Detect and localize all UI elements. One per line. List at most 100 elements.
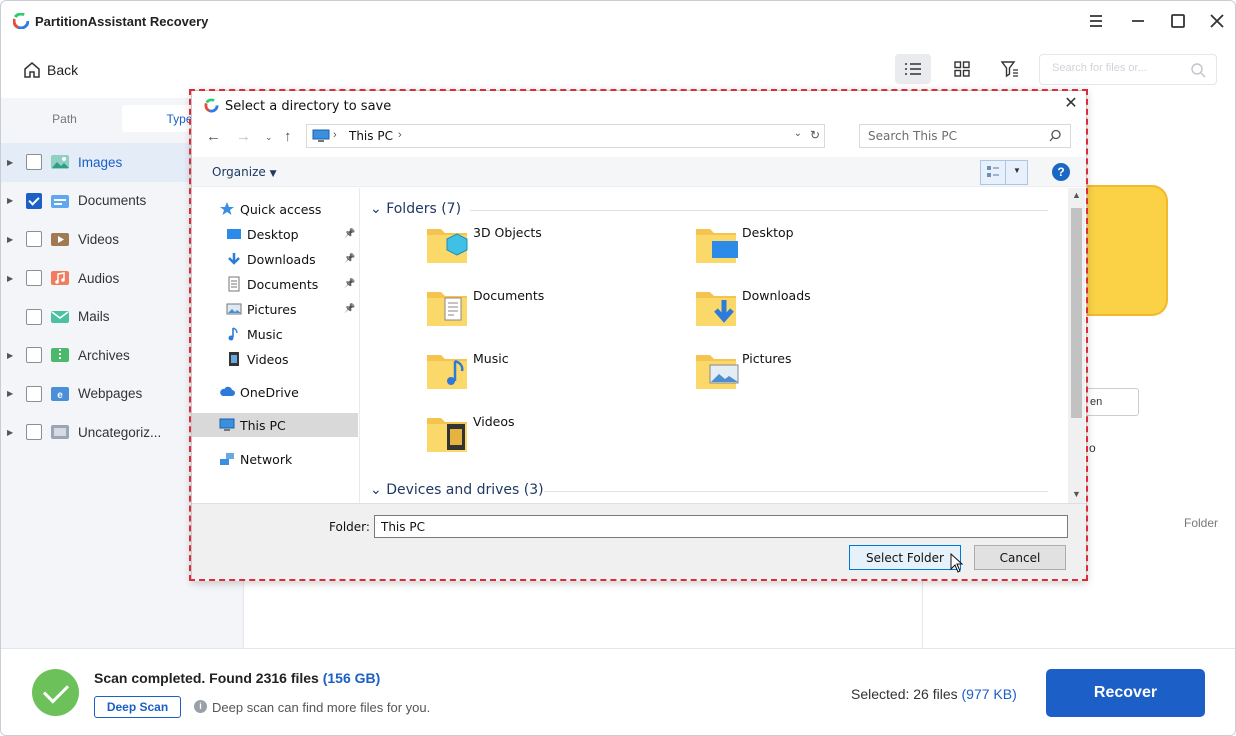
documents-icon xyxy=(50,193,70,209)
folder-item-pictures[interactable]: Pictures xyxy=(694,347,894,399)
selected-summary: Selected: 26 files (977 KB) xyxy=(851,686,1017,702)
nav-item-videos[interactable]: Videos xyxy=(192,347,358,371)
organize-label: Organize xyxy=(212,165,266,179)
list-icon xyxy=(905,63,921,75)
folder-item-3d-objects[interactable]: 3D Objects xyxy=(425,221,625,273)
type-checkbox[interactable] xyxy=(26,347,42,364)
folder-field[interactable] xyxy=(374,515,1068,538)
grid-view-button[interactable] xyxy=(944,54,980,84)
back-button[interactable]: Back xyxy=(23,59,78,81)
nav-item-label: Downloads xyxy=(247,251,316,267)
nav-item-desktop[interactable]: Desktop 📌 xyxy=(192,222,358,246)
app-window: PartitionAssistant Recovery Back PathTyp… xyxy=(0,0,1236,736)
expand-arrow-icon[interactable]: ▶ xyxy=(7,428,13,437)
folder-item-downloads[interactable]: Downloads xyxy=(694,284,894,336)
expand-arrow-icon[interactable]: ▶ xyxy=(7,274,13,283)
search-box[interactable] xyxy=(1039,54,1217,85)
minimize-icon[interactable] xyxy=(1126,9,1150,33)
help-icon[interactable]: ? xyxy=(1052,163,1070,181)
dialog-close-icon[interactable]: ✕ xyxy=(1062,95,1080,113)
type-label: Videos xyxy=(78,231,120,247)
selected-size: (977 KB) xyxy=(961,686,1017,702)
folder-item-videos[interactable]: Videos xyxy=(425,410,625,462)
open-button[interactable]: en xyxy=(1081,388,1139,416)
view-mode-button[interactable]: ▼ xyxy=(980,160,1028,185)
organize-menu[interactable]: Organize ▼ xyxy=(212,165,277,179)
folder-view: ⌄ Folders (7) 3D Objects Desktop Documents… xyxy=(362,188,1068,503)
type-label: Webpages xyxy=(78,386,143,402)
devices-group-header[interactable]: ⌄ Devices and drives (3) xyxy=(370,482,544,498)
type-label: Archives xyxy=(78,347,130,363)
recent-locations-icon[interactable]: ⌄ xyxy=(265,132,273,143)
nav-item-network[interactable]: Network xyxy=(192,447,358,471)
pin-icon: 📌 xyxy=(344,254,356,264)
type-label: Images xyxy=(78,154,123,170)
select-directory-dialog: Select a directory to save ✕ ← → ⌄ ↑ › T… xyxy=(191,90,1087,581)
folders-group-header[interactable]: ⌄ Folders (7) xyxy=(370,201,461,217)
app-title: PartitionAssistant Recovery xyxy=(35,14,209,29)
devices-group-label: Devices and drives (3) xyxy=(386,482,544,498)
list-view-button[interactable] xyxy=(895,54,931,84)
deep-scan-hint: Deep scan can find more files for you. xyxy=(212,700,431,715)
nav-item-quick-access[interactable]: Quick access xyxy=(192,197,358,221)
type-checkbox[interactable] xyxy=(26,424,42,441)
cancel-button[interactable]: Cancel xyxy=(974,545,1066,570)
address-dropdown-icon[interactable]: ⌄ xyxy=(794,128,802,139)
folder-item-label: Pictures xyxy=(742,351,792,366)
details-view-icon xyxy=(987,166,999,177)
type-checkbox[interactable] xyxy=(26,154,42,171)
folder-item-desktop[interactable]: Desktop xyxy=(694,221,894,273)
desktop-icon xyxy=(226,226,242,242)
folder-item-label: Desktop xyxy=(742,225,794,240)
dialog-search-input[interactable] xyxy=(868,129,1038,143)
back-label: Back xyxy=(47,62,79,78)
maximize-icon[interactable] xyxy=(1166,9,1190,33)
deep-scan-button[interactable]: Deep Scan xyxy=(94,696,181,718)
mouse-cursor-icon xyxy=(950,553,964,573)
nav-item-onedrive[interactable]: OneDrive xyxy=(192,380,358,404)
type-checkbox[interactable] xyxy=(26,192,42,209)
tab-path[interactable]: Path xyxy=(7,105,122,132)
forward-arrow-icon[interactable]: → xyxy=(236,128,251,145)
nav-item-downloads[interactable]: Downloads 📌 xyxy=(192,247,358,271)
expand-arrow-icon[interactable]: ▶ xyxy=(7,196,13,205)
search-input[interactable] xyxy=(1052,62,1182,74)
expand-arrow-icon[interactable]: ▶ xyxy=(7,389,13,398)
svg-text:e: e xyxy=(57,390,63,401)
select-folder-button[interactable]: Select Folder xyxy=(849,545,961,570)
nav-item-label: Desktop xyxy=(247,226,299,242)
nav-item-pictures[interactable]: Pictures 📌 xyxy=(192,297,358,321)
recover-button[interactable]: Recover xyxy=(1046,669,1205,717)
scrollbar-thumb[interactable] xyxy=(1071,208,1082,418)
cloud-icon xyxy=(219,384,235,400)
downloads-folder-icon xyxy=(694,284,740,330)
filter-button[interactable] xyxy=(992,54,1028,84)
scroll-down-icon[interactable]: ▼ xyxy=(1072,489,1081,499)
scroll-up-icon[interactable]: ▲ xyxy=(1072,190,1081,200)
menu-icon[interactable] xyxy=(1084,9,1108,33)
expand-arrow-icon[interactable]: ▶ xyxy=(7,235,13,244)
refresh-icon[interactable]: ↻ xyxy=(810,128,820,142)
vertical-scrollbar[interactable]: ▲ ▼ xyxy=(1068,188,1085,503)
type-checkbox[interactable] xyxy=(26,308,42,325)
folder-item-documents[interactable]: Documents xyxy=(425,284,625,336)
close-icon[interactable] xyxy=(1205,9,1229,33)
nav-item-this-pc[interactable]: This PC xyxy=(192,413,358,437)
type-checkbox[interactable] xyxy=(26,231,42,248)
documents-icon xyxy=(226,276,242,292)
webpages-icon: e xyxy=(50,386,70,402)
up-arrow-icon[interactable]: ↑ xyxy=(284,128,292,145)
nav-item-music[interactable]: Music xyxy=(192,322,358,346)
nav-item-documents[interactable]: Documents 📌 xyxy=(192,272,358,296)
back-arrow-icon[interactable]: ← xyxy=(206,128,221,145)
folder-preview-icon xyxy=(1083,185,1168,316)
address-bar[interactable]: › This PC › ⌄ ↻ xyxy=(306,124,825,148)
type-checkbox[interactable] xyxy=(26,385,42,402)
expand-arrow-icon[interactable]: ▶ xyxy=(7,351,13,360)
view-dropdown-icon[interactable]: ▼ xyxy=(1013,166,1021,175)
search-icon[interactable] xyxy=(1190,62,1206,78)
dialog-search-box[interactable] xyxy=(859,124,1071,148)
folder-item-music[interactable]: Music xyxy=(425,347,625,399)
type-checkbox[interactable] xyxy=(26,270,42,287)
expand-arrow-icon[interactable]: ▶ xyxy=(7,158,13,167)
